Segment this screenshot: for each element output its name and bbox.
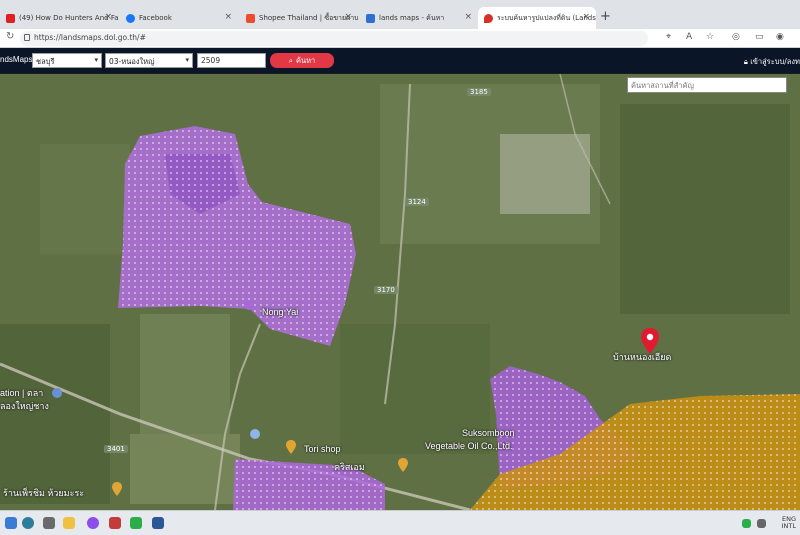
tab-search[interactable]: lands maps - ค้นหา × <box>360 7 478 29</box>
close-tab-icon[interactable]: × <box>224 12 232 22</box>
map-label-station: ation | ตลา <box>0 388 44 398</box>
place-search-placeholder: ค้นหาสถานที่สำคัญ <box>631 81 694 90</box>
shopee-icon <box>246 13 255 23</box>
refresh-icon[interactable]: ↻ <box>6 31 14 42</box>
map-view[interactable]: ค้นหาสถานที่สำคัญ 3185 3124 3170 3401 No… <box>0 74 800 510</box>
road-number-badge: 3170 <box>374 286 398 294</box>
taskbar: ENG INTL <box>0 510 800 535</box>
year-input[interactable]: 2509 <box>197 53 266 68</box>
district-select[interactable]: 03-หนองใหญ่ ▾ <box>105 53 193 68</box>
file-explorer-icon[interactable] <box>63 517 75 529</box>
location-icon[interactable]: ⌖ <box>666 32 671 42</box>
app-icon[interactable] <box>109 517 121 529</box>
read-aloud-icon[interactable]: A <box>686 32 692 42</box>
road-number-badge: 3124 <box>405 198 429 206</box>
address-bar: ↻ https://landsmaps.dol.go.th/# ⌖ A ☆ ◎ … <box>0 29 800 48</box>
location-pin-icon[interactable] <box>641 328 659 354</box>
word-icon[interactable] <box>152 517 164 529</box>
login-label: เข้าสู่ระบบ/ลงท <box>750 57 800 66</box>
network-icon[interactable] <box>757 519 766 528</box>
brand-logo-text: ndsMaps <box>0 55 33 64</box>
messenger-icon[interactable] <box>87 517 99 529</box>
tab-label: lands maps - ค้นหา <box>379 13 445 22</box>
search-button[interactable]: ⌕ ค้นหา <box>270 53 334 68</box>
map-label-suksomboon-2: Vegetable Oil Co.,Ltd. <box>425 441 513 451</box>
tab-facebook[interactable]: Facebook × <box>120 7 238 29</box>
tab-shopee[interactable]: Shopee Thailand | ซื้อขายผ่านมือถ × <box>240 7 358 29</box>
search-button-label: ค้นหา <box>295 55 316 65</box>
year-value: 2509 <box>201 56 221 65</box>
location-pin-icon <box>484 13 493 23</box>
language-indicator[interactable]: ENG INTL <box>782 516 796 530</box>
map-label-shop-th: ร้านเพ็รชิม ห้วยมะระ <box>3 488 85 498</box>
tab-youtube[interactable]: (49) How Do Hunters And Farme × <box>0 7 118 29</box>
poi-marker-icon[interactable] <box>52 388 62 400</box>
tab-label: Facebook <box>139 14 172 22</box>
lock-icon <box>24 34 30 41</box>
search-icon: ⌕ <box>288 55 293 65</box>
chevron-down-icon: ▾ <box>185 56 189 64</box>
collections-icon[interactable]: ▭ <box>755 32 764 42</box>
road-number-badge: 3185 <box>467 88 491 96</box>
poi-marker-icon[interactable] <box>250 429 260 439</box>
poi-marker-icon[interactable] <box>244 300 254 310</box>
map-label-station-th: ลองใหญ่ชาง <box>0 401 49 411</box>
tab-landsmaps[interactable]: ระบบค้นหารูปแปลงที่ดิน (LandsMaps × <box>478 7 596 29</box>
search-engine-icon <box>366 13 375 23</box>
close-tab-icon[interactable]: × <box>582 12 590 22</box>
facebook-icon <box>126 13 135 23</box>
poi-marker-icon[interactable] <box>112 482 122 496</box>
map-label-suksomboon: Suksomboon <box>462 428 515 438</box>
youtube-icon <box>6 13 15 23</box>
url-text: https://landsmaps.dol.go.th/# <box>34 33 146 42</box>
task-view-icon[interactable] <box>43 517 55 529</box>
close-tab-icon[interactable]: × <box>104 12 112 22</box>
tab-label: ระบบค้นหารูปแปลงที่ดิน (LandsMaps <box>497 13 596 22</box>
tab-label: (49) How Do Hunters And Farme <box>19 14 118 22</box>
map-label-tori-shop: Tori shop <box>304 444 341 454</box>
favorite-star-icon[interactable]: ☆ <box>706 32 714 42</box>
poi-marker-icon[interactable] <box>286 440 296 454</box>
chevron-down-icon: ▾ <box>94 56 98 64</box>
edge-browser-icon[interactable] <box>22 517 34 529</box>
district-value: 03-หนองใหญ่ <box>109 57 155 66</box>
tab-label: Shopee Thailand | ซื้อขายผ่านมือถ <box>259 13 358 22</box>
extensions-icon[interactable]: ◎ <box>732 32 740 42</box>
poi-marker-icon[interactable] <box>398 458 408 472</box>
start-menu-icon[interactable] <box>5 517 17 529</box>
close-tab-icon[interactable]: × <box>344 12 352 22</box>
browser-tab-strip: (49) How Do Hunters And Farme × Facebook… <box>0 0 800 29</box>
profile-icon[interactable]: ◉ <box>776 32 784 42</box>
app-header: ndsMaps ชลบุรี ▾ 03-หนองใหญ่ ▾ 2509 ⌕ ค้… <box>0 48 800 73</box>
url-input[interactable]: https://landsmaps.dol.go.th/# <box>20 31 648 46</box>
close-tab-icon[interactable]: × <box>464 12 472 22</box>
road-number-badge: 3401 <box>104 445 128 453</box>
line-app-icon[interactable] <box>130 517 142 529</box>
login-link[interactable]: 🔒︎ เข้าสู่ระบบ/ลงท <box>744 56 800 68</box>
map-label-nong-yai: Nong Yai <box>262 307 299 317</box>
place-search-input[interactable]: ค้นหาสถานที่สำคัญ <box>627 77 787 93</box>
new-tab-button[interactable]: + <box>600 9 611 24</box>
lock-icon: 🔒︎ <box>743 57 748 66</box>
map-label-tori-th: คริสเอม <box>334 462 365 472</box>
tray-app-icon[interactable] <box>742 519 751 528</box>
province-select[interactable]: ชลบุรี ▾ <box>32 53 102 68</box>
locale-code: INTL <box>781 522 796 530</box>
province-value: ชลบุรี <box>36 57 55 66</box>
